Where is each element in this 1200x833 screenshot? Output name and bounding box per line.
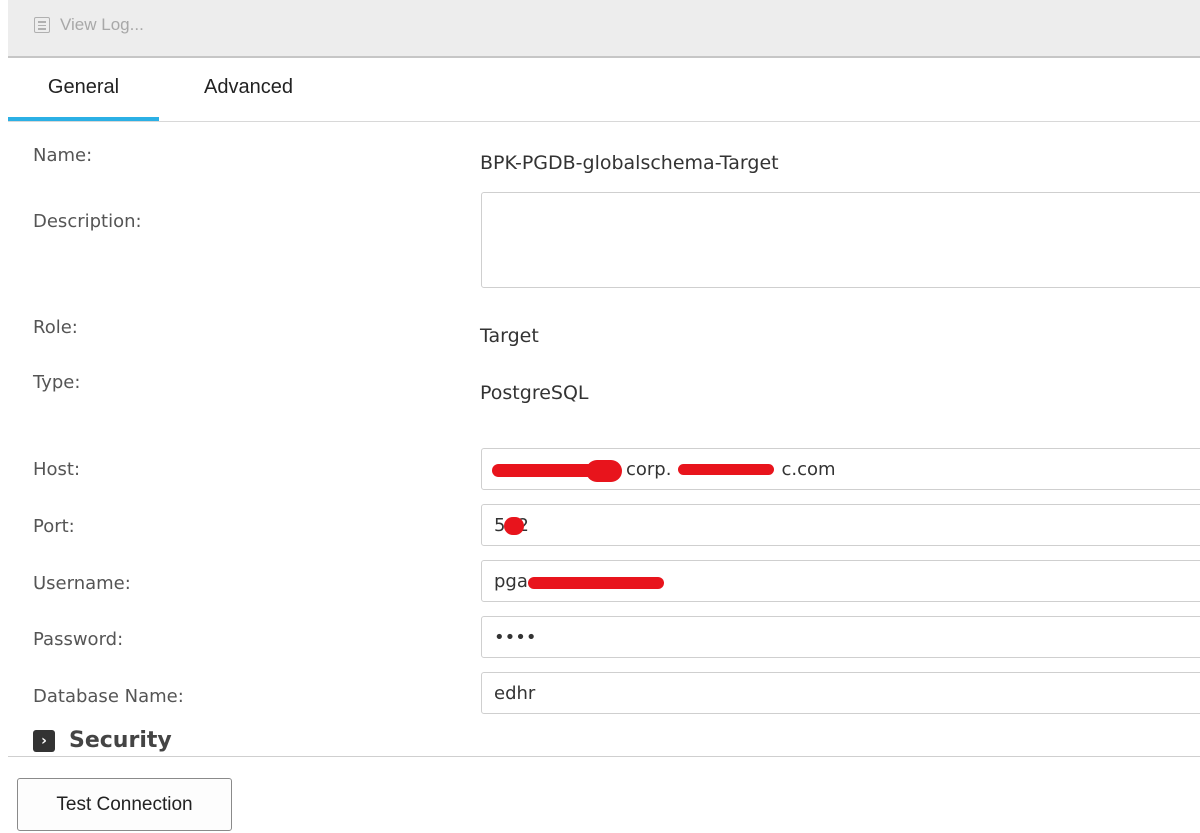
name-value: BPK-PGDB-globalschema-Target: [480, 152, 779, 174]
username-label: Username:: [33, 573, 131, 594]
redaction-mark: [504, 517, 524, 535]
password-field[interactable]: ••••: [481, 616, 1200, 658]
username-value-visible: pga: [494, 570, 528, 592]
security-section-toggle[interactable]: › Security: [33, 728, 172, 753]
description-field[interactable]: [481, 192, 1200, 288]
database-name-field[interactable]: edhr: [481, 672, 1200, 714]
test-connection-button[interactable]: Test Connection: [17, 778, 232, 831]
host-value-visible: corp.: [626, 458, 672, 480]
toolbar: View Log...: [8, 0, 1200, 58]
description-label: Description:: [33, 211, 142, 232]
name-label: Name:: [33, 145, 93, 166]
tab-bar: General Advanced: [8, 58, 1200, 122]
type-label: Type:: [33, 372, 81, 393]
database-name-label: Database Name:: [33, 686, 184, 707]
host-field[interactable]: corp. c.com: [481, 448, 1200, 490]
redaction-mark: [678, 464, 774, 475]
tab-general[interactable]: General: [8, 58, 159, 121]
view-log-button[interactable]: View Log...: [34, 12, 144, 38]
log-list-icon: [34, 17, 50, 33]
redaction-mark: [528, 577, 664, 589]
view-log-label: View Log...: [60, 15, 144, 34]
redaction-mark: [586, 460, 622, 482]
type-value: PostgreSQL: [480, 382, 589, 404]
chevron-right-icon: ›: [33, 729, 55, 752]
port-label: Port:: [33, 516, 75, 537]
divider: [8, 756, 1200, 757]
security-label: Security: [69, 728, 172, 753]
password-label: Password:: [33, 629, 124, 650]
port-field[interactable]: 5 2: [481, 504, 1200, 546]
role-value: Target: [480, 325, 539, 347]
tab-advanced[interactable]: Advanced: [204, 58, 293, 121]
username-field[interactable]: pga: [481, 560, 1200, 602]
host-value-visible-end: c.com: [781, 458, 836, 480]
host-label: Host:: [33, 459, 81, 480]
role-label: Role:: [33, 317, 78, 338]
